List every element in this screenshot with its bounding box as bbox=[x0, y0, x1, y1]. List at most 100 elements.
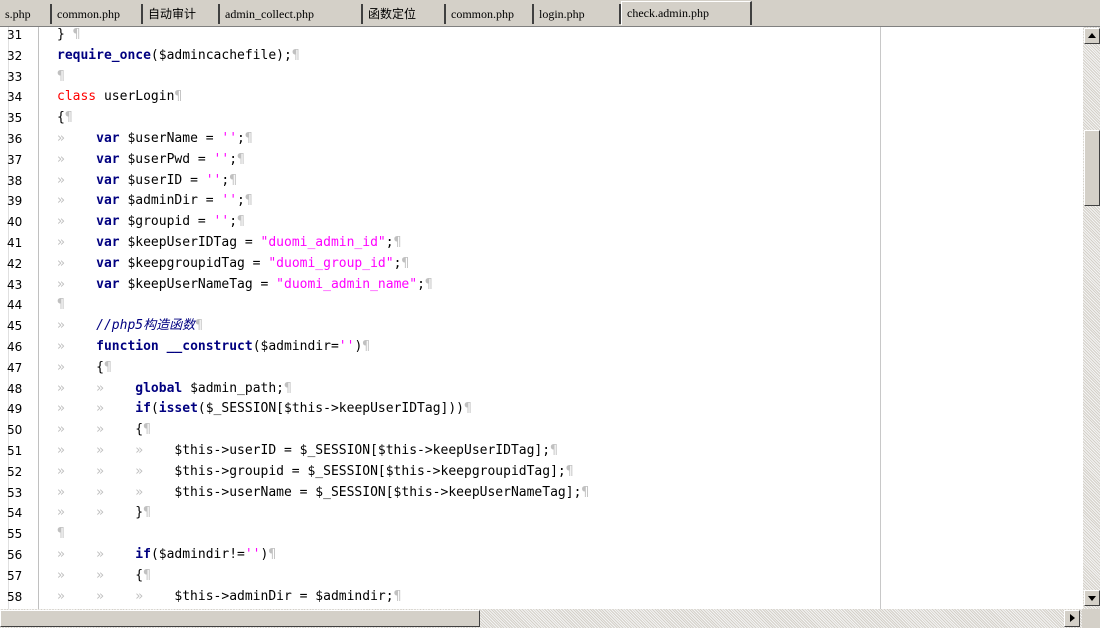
tab-indent-mark: » » bbox=[57, 401, 136, 417]
code-line[interactable]: 52 » » » $this->groupid = $_SESSION[$this… bbox=[0, 461, 1082, 483]
code-text: » » {¶ bbox=[57, 565, 151, 587]
tab-8[interactable]: check.admin.php bbox=[621, 1, 752, 25]
code-line[interactable]: 41 » var $keepUserIDTag = "duomi_admin_id… bbox=[0, 232, 1082, 254]
scrollbar-corner bbox=[1082, 609, 1100, 628]
pilcrow-mark: ¶ bbox=[57, 526, 65, 542]
line-number: 32 bbox=[7, 48, 23, 63]
scroll-up-button[interactable] bbox=[1084, 28, 1100, 44]
code-line[interactable]: 46 » function __construct($admindir='')¶ bbox=[0, 336, 1082, 358]
pilcrow-mark: ¶ bbox=[72, 27, 81, 42]
line-number: 36 bbox=[7, 132, 23, 146]
code-text: » //php5构造函数¶ bbox=[57, 315, 203, 337]
triangle-right-icon bbox=[1070, 614, 1075, 622]
code-line[interactable]: 32 require_once($admincachefile);¶ bbox=[0, 45, 1082, 67]
code-line[interactable]: 36 » var $userName = '';¶ bbox=[0, 128, 1082, 150]
pilcrow-mark: ¶ bbox=[291, 47, 300, 63]
code-line[interactable]: 45 » //php5构造函数¶ bbox=[0, 315, 1082, 337]
vertical-scroll-thumb[interactable] bbox=[1084, 130, 1100, 206]
code-line[interactable]: 49 » » if(isset($_SESSION[$this->keepUser… bbox=[0, 398, 1082, 420]
code-line[interactable]: 33 ¶ bbox=[0, 66, 1082, 88]
tab-1[interactable]: s.php bbox=[0, 4, 52, 24]
code-token: ($admincachefile); bbox=[150, 47, 292, 63]
code-token: ; bbox=[237, 131, 245, 146]
code-line[interactable]: 51 » » » $this->userID = $_SESSION[$this-… bbox=[0, 440, 1082, 462]
code-line[interactable]: 50 » » {¶ bbox=[0, 419, 1082, 441]
code-text: » var $userID = '';¶ bbox=[57, 170, 237, 192]
code-line[interactable]: 48 » » global $admin_path;¶ bbox=[0, 378, 1082, 400]
vertical-scrollbar[interactable] bbox=[1082, 27, 1100, 609]
line-number: 50 bbox=[7, 423, 23, 438]
code-line[interactable]: 31} ¶ bbox=[0, 27, 1082, 46]
code-line[interactable]: 44 ¶ bbox=[0, 294, 1082, 316]
code-line[interactable]: 53 » » » $this->userName = $_SESSION[$thi… bbox=[0, 482, 1082, 504]
tab-indent-mark: » » bbox=[57, 422, 136, 438]
pilcrow-mark: ¶ bbox=[237, 151, 245, 167]
tab-indent-mark: » » » bbox=[57, 463, 175, 479]
code-line[interactable]: 54 » » }¶ bbox=[0, 502, 1082, 524]
line-number: 46 bbox=[7, 340, 23, 354]
code-keyword: if bbox=[135, 401, 151, 417]
code-line[interactable]: 37 » var $userPwd = '';¶ bbox=[0, 149, 1082, 171]
code-line[interactable]: 34 class userLogin¶ bbox=[0, 86, 1082, 108]
code-token: $adminDir = bbox=[119, 193, 222, 209]
code-line[interactable]: 40 » var $groupid = '';¶ bbox=[0, 211, 1082, 233]
code-token: $userID = bbox=[119, 172, 206, 188]
tab-indent-mark: » bbox=[57, 359, 97, 375]
code-line[interactable]: 56 » » if($admindir!='')¶ bbox=[0, 544, 1082, 566]
pilcrow-mark: ¶ bbox=[174, 89, 183, 105]
code-keyword: __construct bbox=[166, 339, 253, 354]
code-line[interactable]: 35 {¶ bbox=[0, 107, 1082, 129]
code-text: class userLogin¶ bbox=[57, 86, 182, 108]
code-string: '' bbox=[213, 151, 230, 167]
pilcrow-mark: ¶ bbox=[143, 567, 151, 583]
tab-3[interactable]: 自动审计 bbox=[143, 4, 220, 24]
tab-indent-mark: » bbox=[57, 276, 97, 292]
code-token: $this->groupid = $_SESSION[$this->keepgr… bbox=[174, 463, 566, 479]
line-number: 41 bbox=[7, 236, 23, 250]
tab-indent-mark: » bbox=[57, 172, 97, 188]
code-text: » function __construct($admindir='')¶ bbox=[57, 336, 370, 358]
horizontal-scroll-thumb[interactable] bbox=[0, 610, 480, 627]
pilcrow-mark: ¶ bbox=[362, 339, 371, 354]
pilcrow-mark: ¶ bbox=[143, 505, 151, 521]
code-line[interactable]: 39 » var $adminDir = '';¶ bbox=[0, 190, 1082, 212]
code-text: {¶ bbox=[57, 107, 73, 129]
code-keyword: var bbox=[96, 131, 120, 146]
code-text: » » » $this->adminDir = $admindir;¶ bbox=[57, 586, 401, 608]
tab-4[interactable]: admin_collect.php bbox=[220, 4, 363, 24]
code-line[interactable]: 42 » var $keepgroupidTag = "duomi_group_i… bbox=[0, 253, 1082, 275]
code-line[interactable]: 57 » » {¶ bbox=[0, 565, 1082, 587]
tab-indent-mark: » bbox=[57, 235, 97, 250]
code-text: » » » $this->groupid = $_SESSION[$this->… bbox=[57, 461, 574, 483]
line-number: 54 bbox=[7, 506, 23, 521]
tab-5[interactable]: 函数定位 bbox=[363, 4, 446, 24]
tab-6[interactable]: common.php bbox=[446, 4, 534, 24]
code-line[interactable]: 55 ¶ bbox=[0, 523, 1082, 545]
pilcrow-mark: ¶ bbox=[244, 131, 253, 146]
pilcrow-mark: ¶ bbox=[393, 588, 402, 604]
code-line[interactable]: 47 » {¶ bbox=[0, 357, 1082, 379]
code-editor[interactable]: 31} ¶ 32 require_once($admincachefile);¶ 33… bbox=[0, 27, 1082, 609]
code-text: » var $keepUserNameTag = "duomi_admin_na… bbox=[57, 274, 433, 296]
code-token: } bbox=[135, 505, 144, 521]
tab-indent-mark: » » » bbox=[57, 588, 175, 604]
scroll-down-button[interactable] bbox=[1084, 590, 1100, 606]
code-string: '' bbox=[221, 131, 238, 146]
tab-7[interactable]: login.php bbox=[534, 4, 621, 24]
code-text: » {¶ bbox=[57, 357, 112, 379]
code-string: '' bbox=[221, 193, 238, 209]
code-text: » » {¶ bbox=[57, 419, 151, 441]
horizontal-scrollbar[interactable] bbox=[0, 609, 1082, 628]
line-number: 45 bbox=[7, 319, 23, 334]
tab-indent-mark: » bbox=[57, 318, 97, 334]
line-number: 49 bbox=[7, 402, 23, 417]
line-number: 51 bbox=[7, 444, 23, 458]
code-line[interactable]: 38 » var $userID = '';¶ bbox=[0, 170, 1082, 192]
scroll-right-button[interactable] bbox=[1064, 610, 1080, 627]
line-number: 58 bbox=[7, 589, 23, 604]
code-text: » var $keepgroupidTag = "duomi_group_id"… bbox=[57, 253, 409, 275]
code-line[interactable]: 43 » var $keepUserNameTag = "duomi_admin_… bbox=[0, 274, 1082, 296]
tab-2[interactable]: common.php bbox=[52, 4, 143, 24]
code-line[interactable]: 58 » » » $this->adminDir = $admindir;¶ bbox=[0, 586, 1082, 608]
